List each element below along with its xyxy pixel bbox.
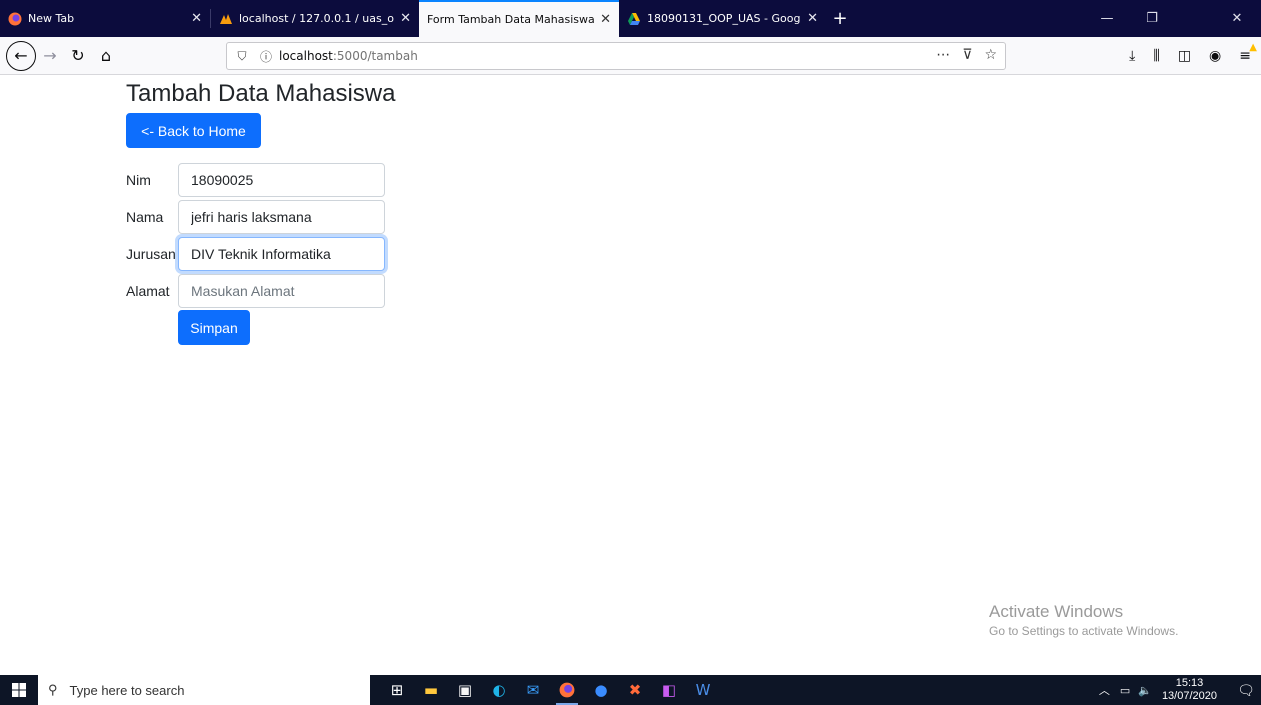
bookmark-star-icon[interactable]: ☆ bbox=[984, 47, 997, 63]
close-icon[interactable]: ✕ bbox=[191, 11, 202, 26]
close-icon[interactable]: ✕ bbox=[400, 11, 411, 26]
back-to-home-button[interactable]: <- Back to Home bbox=[126, 113, 261, 148]
url-path: :5000/tambah bbox=[332, 49, 418, 63]
new-tab-button[interactable]: + bbox=[826, 0, 854, 37]
clock-time: 15:13 bbox=[1175, 677, 1204, 689]
xampp-icon[interactable]: ✖ bbox=[618, 675, 652, 705]
restore-icon[interactable]: ❐ bbox=[1130, 0, 1174, 37]
close-icon[interactable]: ✕ bbox=[600, 12, 611, 27]
reload-button[interactable]: ↻ bbox=[64, 42, 92, 70]
edge-icon[interactable]: ◐ bbox=[482, 675, 516, 705]
taskbar-search-box[interactable]: ⚲ Type here to search bbox=[38, 675, 370, 705]
field-label: Jurusan bbox=[126, 246, 176, 262]
menu-icon[interactable]: ≡ ▲ bbox=[1239, 42, 1257, 64]
tab-title: 18090131_OOP_UAS - Google D bbox=[647, 12, 801, 25]
tab-google-drive[interactable]: 18090131_OOP_UAS - Google D ✕ bbox=[619, 0, 826, 37]
notification-center-icon[interactable]: 🗨 bbox=[1231, 682, 1261, 699]
url-actions: ⋯ ⊽ ☆ bbox=[936, 47, 997, 63]
system-tray: ︿ ▭ 🔈 15:13 13/07/2020 🗨 bbox=[1099, 675, 1261, 705]
jetbrains-icon[interactable]: ◧ bbox=[652, 675, 686, 705]
navigation-toolbar: ← → ↻ ⌂ ⛉ ⓘ localhost:5000/tambah ⋯ ⊽ ☆ … bbox=[0, 37, 1261, 75]
url-host: localhost bbox=[279, 49, 333, 63]
search-placeholder: Type here to search bbox=[69, 682, 185, 698]
downloads-icon[interactable]: ⤓ bbox=[1129, 48, 1135, 64]
app-blue-circle-icon[interactable]: ● bbox=[584, 675, 618, 705]
windows-taskbar: ⚲ Type here to search ⊞ ▬ ▣ ◐ ✉ ● ✖ ◧ W … bbox=[0, 675, 1261, 705]
tab-title: Form Tambah Data Mahasiswa bbox=[427, 13, 595, 26]
search-icon: ⚲ bbox=[48, 682, 58, 697]
pocket-icon[interactable]: ⊽ bbox=[962, 47, 972, 63]
forward-button[interactable]: → bbox=[36, 42, 64, 70]
windows-start-icon[interactable] bbox=[0, 675, 38, 705]
jurusan-input[interactable] bbox=[178, 237, 385, 271]
phpmyadmin-icon bbox=[219, 12, 233, 26]
back-button[interactable]: ← bbox=[6, 40, 36, 71]
mail-icon[interactable]: ✉ bbox=[516, 675, 550, 705]
nim-input[interactable] bbox=[178, 163, 385, 197]
word-icon[interactable]: W bbox=[686, 675, 720, 705]
tab-title: New Tab bbox=[28, 12, 75, 25]
page-title: Tambah Data Mahasiswa bbox=[126, 80, 396, 107]
form-row-jurusan: Jurusan bbox=[126, 237, 385, 271]
file-explorer-icon[interactable]: ▬ bbox=[414, 675, 448, 705]
chevron-up-icon[interactable]: ︿ bbox=[1099, 682, 1110, 698]
page-actions-icon[interactable]: ⋯ bbox=[936, 47, 950, 63]
close-icon[interactable]: ✕ bbox=[807, 11, 818, 26]
clock-date: 13/07/2020 bbox=[1161, 690, 1217, 702]
alamat-input[interactable] bbox=[178, 274, 385, 308]
nama-input[interactable] bbox=[178, 200, 385, 234]
simpan-button[interactable]: Simpan bbox=[178, 310, 250, 345]
field-label: Nama bbox=[126, 209, 164, 225]
tab-phpmyadmin[interactable]: localhost / 127.0.0.1 / uas_oop ✕ bbox=[211, 0, 419, 37]
close-window-icon[interactable]: ✕ bbox=[1215, 0, 1259, 37]
firefox-taskbar-icon[interactable] bbox=[550, 675, 584, 705]
watermark-title: Activate Windows bbox=[989, 602, 1124, 621]
field-label: Nim bbox=[126, 172, 151, 188]
form-row-alamat: Alamat bbox=[126, 274, 385, 308]
firefox-icon bbox=[8, 12, 22, 26]
url-bar[interactable]: ⛉ ⓘ localhost:5000/tambah ⋯ ⊽ ☆ bbox=[226, 42, 1006, 70]
tab-new-tab[interactable]: New Tab ✕ bbox=[0, 0, 210, 37]
library-icon[interactable]: ⫼ bbox=[1153, 48, 1159, 64]
page-content: Tambah Data Mahasiswa <- Back to Home Ni… bbox=[0, 76, 1261, 647]
extension-icon[interactable]: ◉ bbox=[1209, 48, 1221, 64]
form-row-nama: Nama bbox=[126, 200, 385, 234]
store-icon[interactable]: ▣ bbox=[448, 675, 482, 705]
url-text: localhost:5000/tambah bbox=[279, 49, 418, 63]
toolbar-right: ⤓ ⫼ ◫ ◉ ≡ ▲ bbox=[1129, 42, 1257, 70]
tab-strip: New Tab ✕ localhost / 127.0.0.1 / uas_oo… bbox=[0, 0, 1261, 37]
field-label: Alamat bbox=[126, 283, 170, 299]
task-view-icon[interactable]: ⊞ bbox=[380, 675, 414, 705]
tracking-protection-icon[interactable]: ⛉ bbox=[233, 49, 251, 64]
minimize-icon[interactable]: — bbox=[1085, 0, 1129, 37]
form-row-nim: Nim bbox=[126, 163, 385, 197]
tab-title: localhost / 127.0.0.1 / uas_oop bbox=[239, 12, 395, 25]
sidebar-icon[interactable]: ◫ bbox=[1178, 48, 1191, 64]
taskbar-clock[interactable]: 15:13 13/07/2020 bbox=[1162, 677, 1217, 703]
volume-icon[interactable]: 🔈 bbox=[1138, 684, 1152, 697]
home-button[interactable]: ⌂ bbox=[92, 42, 120, 70]
tab-form-tambah[interactable]: Form Tambah Data Mahasiswa ✕ bbox=[419, 0, 619, 37]
site-info-icon[interactable]: ⓘ bbox=[257, 48, 275, 65]
battery-icon[interactable]: ▭ bbox=[1120, 684, 1130, 697]
google-drive-icon bbox=[627, 12, 641, 26]
watermark-subtitle: Go to Settings to activate Windows. bbox=[989, 624, 1179, 638]
activate-windows-watermark: Activate Windows Go to Settings to activ… bbox=[989, 602, 1178, 638]
